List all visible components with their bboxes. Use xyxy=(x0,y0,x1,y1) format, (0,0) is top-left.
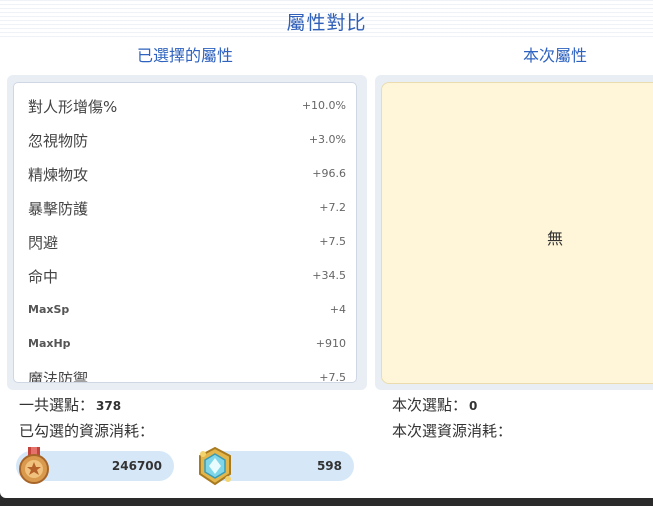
attr-name: 魔法防禦 xyxy=(28,370,89,383)
list-item: 暴擊防護 +7.2 xyxy=(14,191,356,225)
attr-value: +7.5 xyxy=(319,371,346,383)
list-item: MaxHp +910 xyxy=(14,327,356,361)
selected-cost-label: 已勾選的資源消耗： xyxy=(19,422,155,440)
total-points: 一共選點： 378 xyxy=(19,394,121,415)
current-points-value: 0 xyxy=(469,399,478,413)
list-item: 對人形增傷% +10.0% xyxy=(14,89,356,123)
crystal-icon xyxy=(199,446,231,486)
attr-value: +7.2 xyxy=(319,201,346,214)
list-item: 精煉物攻 +96.6 xyxy=(14,157,356,191)
attr-name: MaxHp xyxy=(28,337,71,350)
attr-value: +10.0% xyxy=(301,99,346,112)
empty-text: 無 xyxy=(547,229,564,248)
current-cost-label: 本次選資源消耗： xyxy=(392,422,513,440)
attr-name: 對人形增傷% xyxy=(28,98,118,116)
page-title: 屬性對比 xyxy=(286,12,367,34)
medal-cost-value: 246700 xyxy=(111,459,162,473)
attr-name: 命中 xyxy=(28,268,59,286)
attribute-compare-panel: 屬性對比 已選擇的屬性 本次屬性 對人形增傷% +10.0% 忽視物防 +3.0… xyxy=(0,0,653,498)
attr-name: MaxSp xyxy=(28,303,70,316)
list-item: MaxSp +4 xyxy=(14,293,356,327)
current-points: 本次選點： 0 xyxy=(392,394,477,415)
total-points-label: 一共選點： xyxy=(19,396,95,414)
attr-name: 閃避 xyxy=(28,234,59,252)
list-item: 魔法防禦 +7.5 xyxy=(14,361,356,383)
attr-value: +7.5 xyxy=(319,235,346,248)
list-item: 命中 +34.5 xyxy=(14,259,356,293)
medal-icon xyxy=(19,447,49,484)
current-points-label: 本次選點： xyxy=(392,396,468,414)
attr-value: +910 xyxy=(315,337,346,350)
list-item: 閃避 +7.5 xyxy=(14,225,356,259)
attr-value: +34.5 xyxy=(312,269,346,282)
crystal-cost-value: 598 xyxy=(316,459,342,473)
total-points-value: 378 xyxy=(96,399,122,413)
list-item: 忽視物防 +3.0% xyxy=(14,123,356,157)
attr-value: +96.6 xyxy=(312,167,346,180)
selected-attributes-header: 已選擇的屬性 xyxy=(136,46,233,65)
attr-value: +4 xyxy=(329,303,346,316)
attr-name: 忽視物防 xyxy=(28,132,89,150)
current-attributes-box xyxy=(381,82,653,384)
attr-name: 暴擊防護 xyxy=(28,200,89,218)
attr-name: 精煉物攻 xyxy=(28,166,89,184)
current-attributes-header: 本次屬性 xyxy=(522,46,587,65)
selected-attributes-list[interactable]: 對人形增傷% +10.0% 忽視物防 +3.0% 精煉物攻 +96.6 暴擊防護… xyxy=(13,82,357,383)
attr-value: +3.0% xyxy=(308,133,346,146)
